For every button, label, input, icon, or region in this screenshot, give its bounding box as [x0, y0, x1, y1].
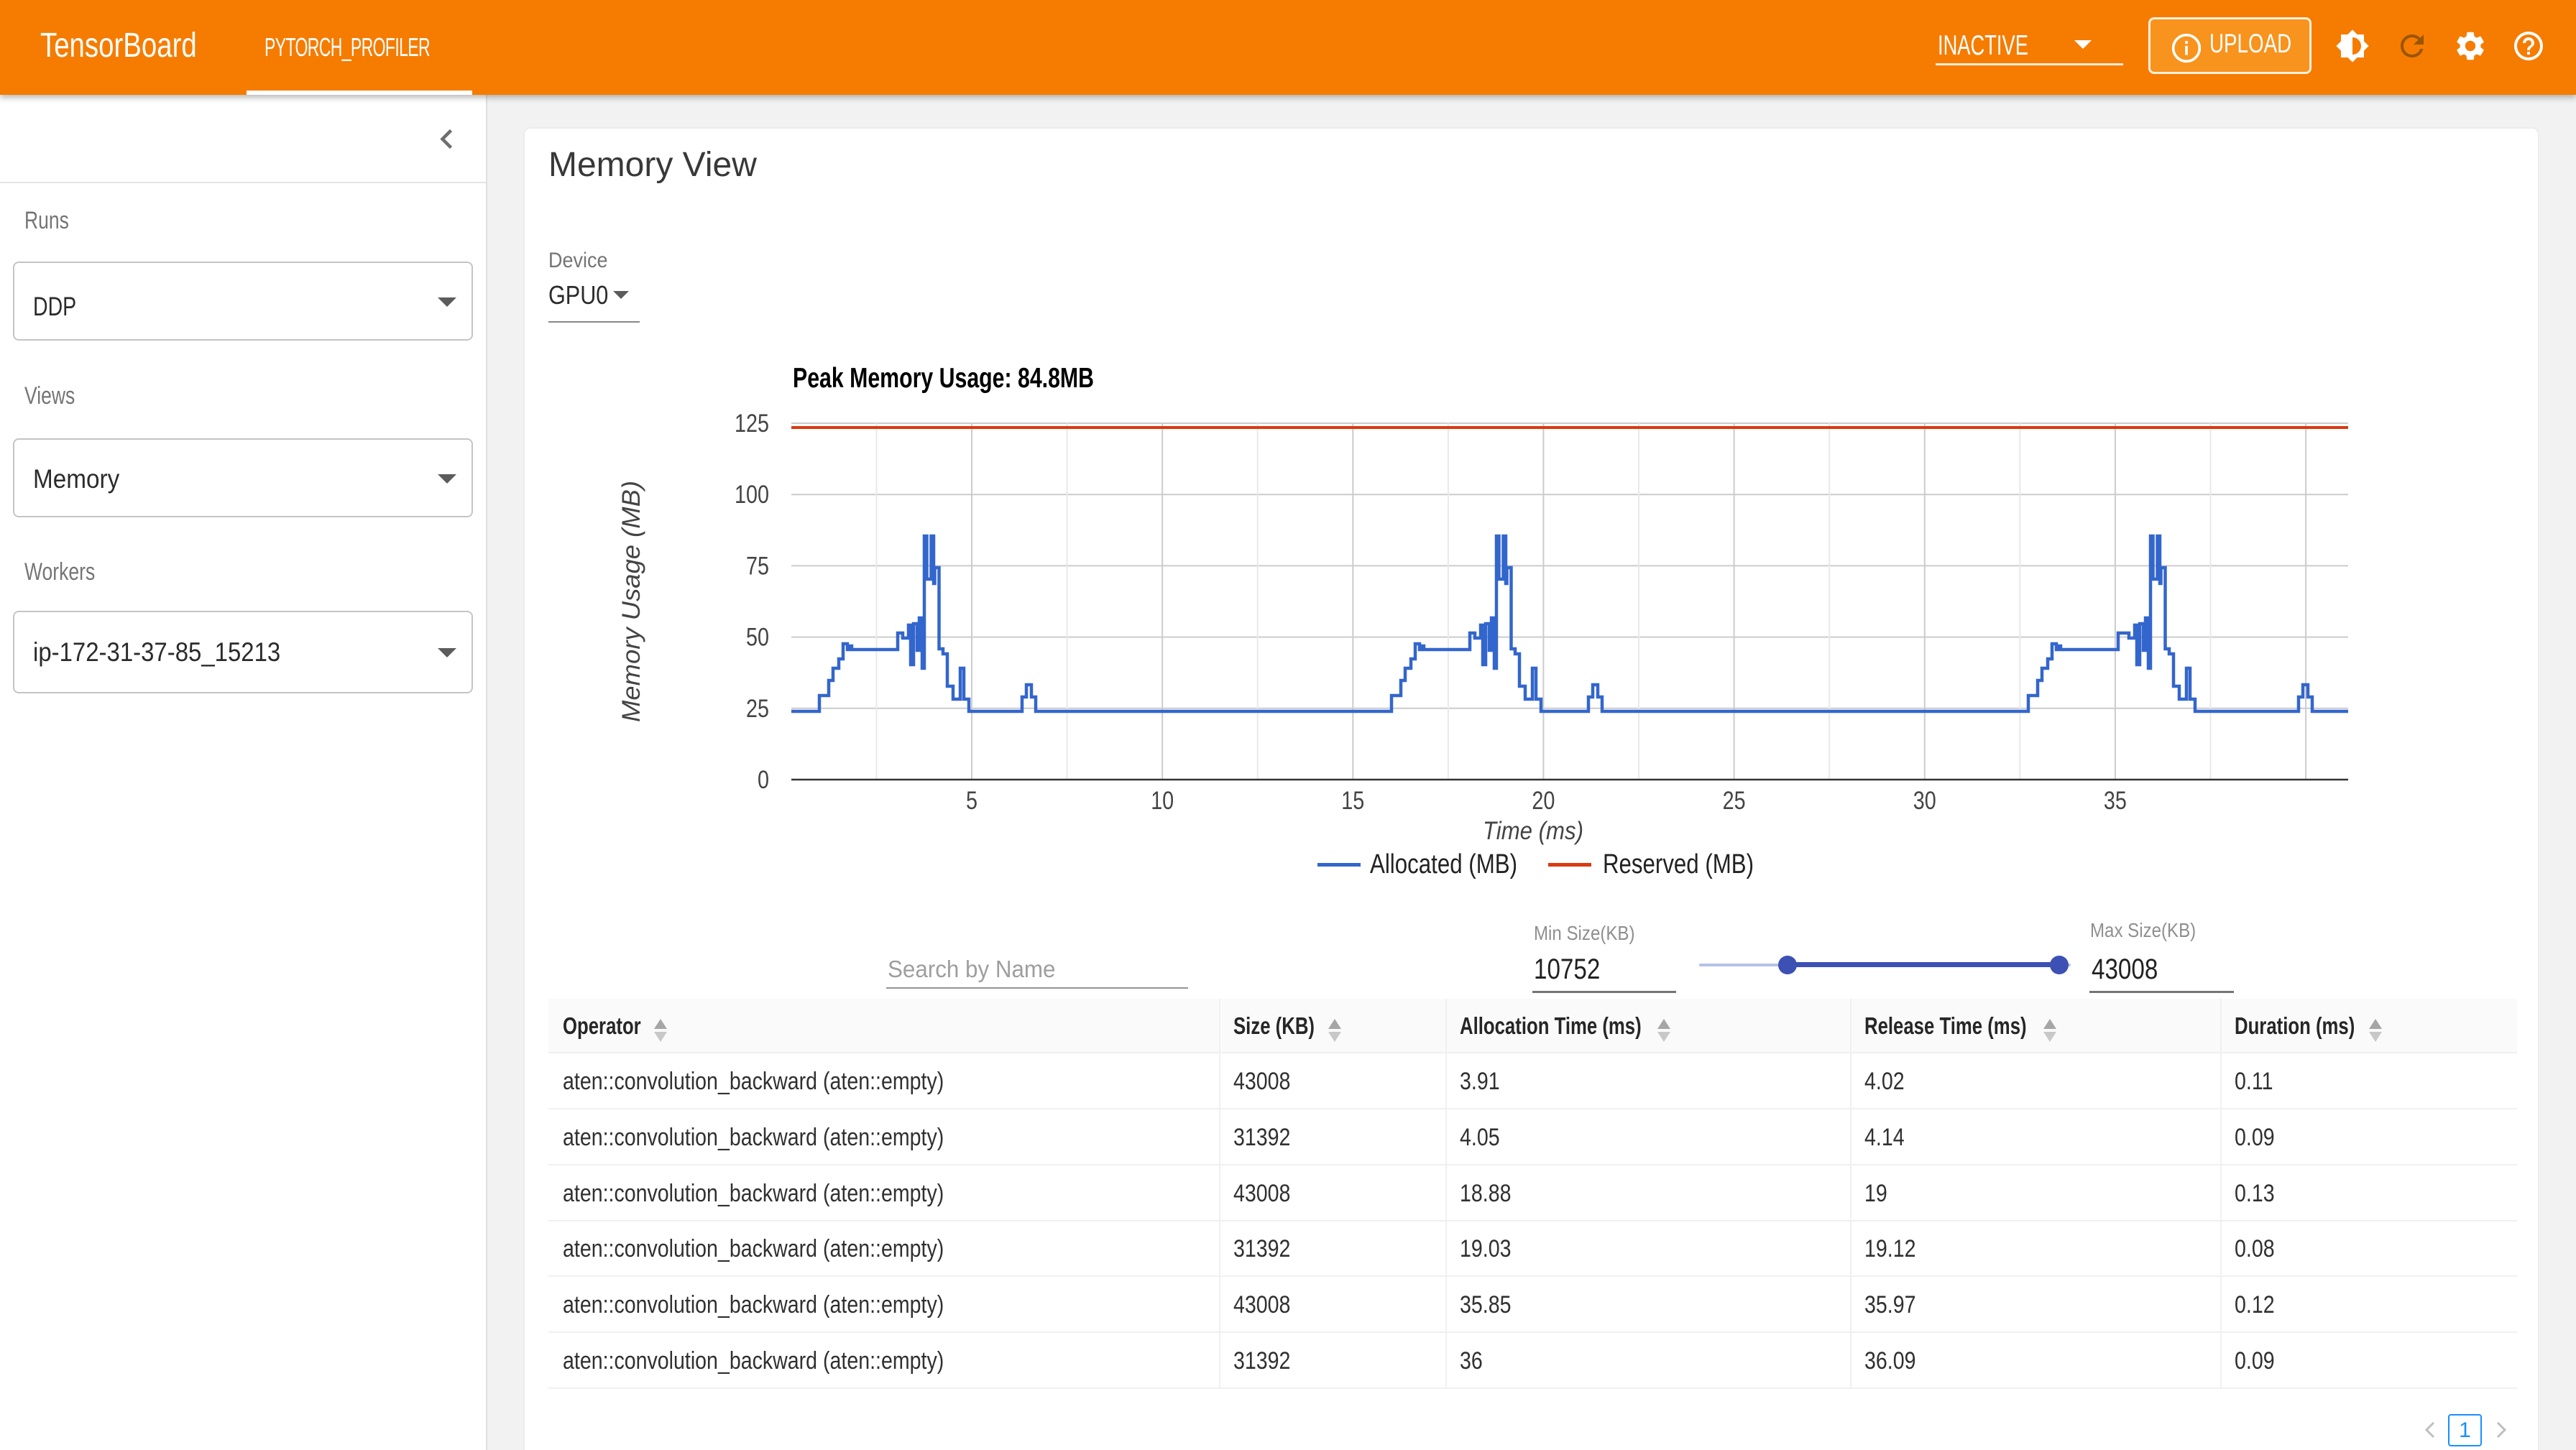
svg-text:30: 30: [1913, 787, 1936, 815]
svg-text:Time (ms): Time (ms): [1483, 817, 1583, 845]
svg-text:25: 25: [746, 695, 769, 723]
svg-text:Memory Usage (MB): Memory Usage (MB): [618, 481, 645, 722]
svg-text:Peak Memory Usage: 84.8MB: Peak Memory Usage: 84.8MB: [793, 363, 1094, 394]
svg-text:75: 75: [746, 552, 769, 580]
svg-text:0: 0: [758, 766, 769, 794]
svg-text:100: 100: [735, 481, 769, 509]
svg-text:20: 20: [1532, 787, 1555, 815]
svg-text:35: 35: [2104, 787, 2127, 815]
svg-text:Allocated (MB): Allocated (MB): [1370, 849, 1517, 879]
svg-text:50: 50: [746, 624, 769, 652]
svg-text:25: 25: [1723, 787, 1746, 815]
svg-text:Reserved (MB): Reserved (MB): [1603, 849, 1754, 879]
svg-text:5: 5: [966, 787, 978, 815]
svg-text:15: 15: [1341, 787, 1364, 815]
svg-text:10: 10: [1151, 787, 1174, 815]
svg-text:125: 125: [735, 410, 769, 438]
